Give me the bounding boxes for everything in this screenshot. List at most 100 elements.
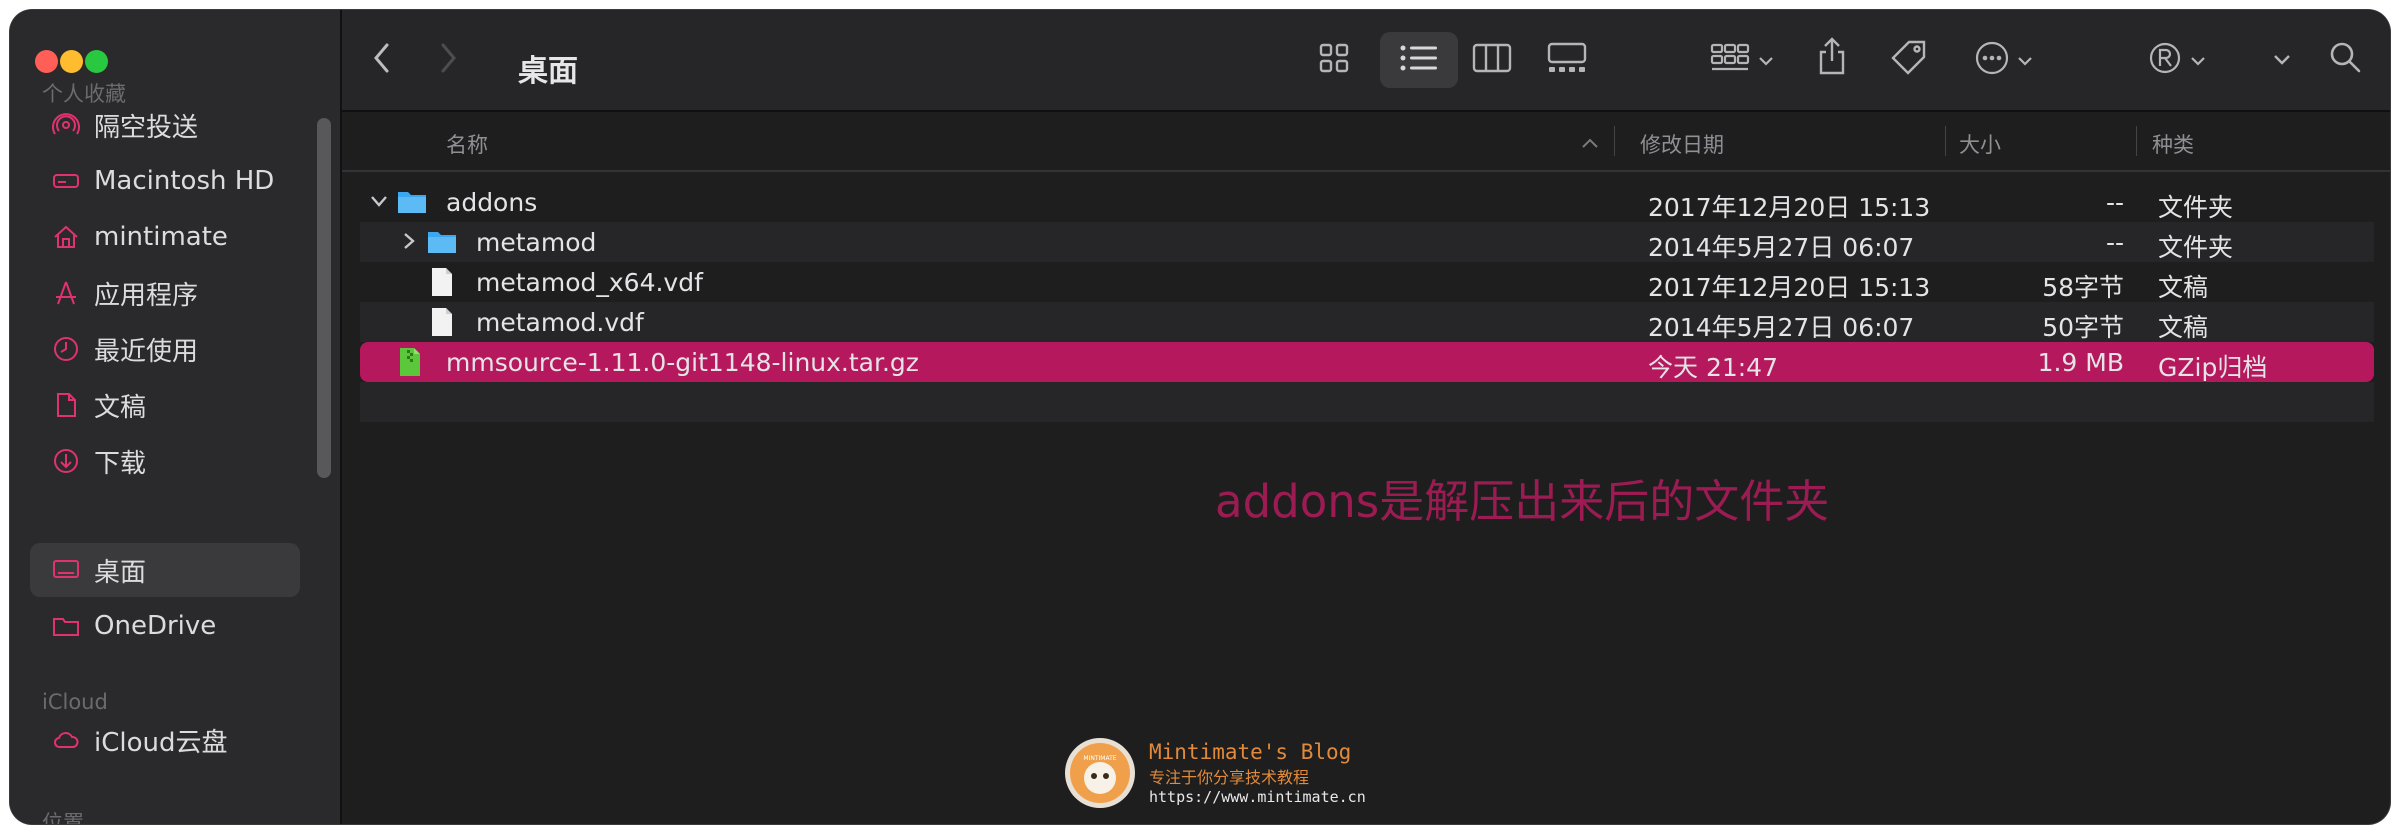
file-row-metamod-vdf[interactable]: metamod.vdf 2014年5月27日 06:07 50字节 文稿	[360, 302, 2374, 342]
extension-button[interactable]	[2142, 38, 2212, 82]
registered-icon	[2148, 41, 2182, 79]
chevron-down-icon	[2190, 51, 2206, 70]
blog-watermark: MINTIMATE Mintimate's Blog 专注于你分享技术教程 ht…	[1065, 738, 1366, 808]
airdrop-icon	[52, 111, 80, 139]
column-modified-header[interactable]: 修改日期	[1640, 129, 1724, 159]
action-button[interactable]	[1964, 38, 2044, 82]
chevron-down-icon	[1758, 51, 1774, 70]
sidebar-item-label: Macintosh HD	[94, 166, 275, 196]
column-view-button[interactable]	[1468, 38, 1516, 82]
forward-button[interactable]	[428, 40, 468, 80]
file-size: --	[2105, 188, 2124, 217]
close-window-button[interactable]	[35, 50, 58, 73]
gallery-icon	[1547, 42, 1587, 78]
blog-logo: MINTIMATE	[1065, 738, 1135, 808]
folder-icon	[426, 226, 458, 258]
file-name: metamod.vdf	[476, 308, 644, 337]
blog-title: Mintimate's Blog	[1149, 740, 1352, 764]
sidebar-item-macintosh-hd[interactable]: Macintosh HD	[30, 154, 300, 208]
file-modified: 2014年5月27日 06:07	[1648, 313, 1915, 342]
file-row-mmsource-archive[interactable]: mmsource-1.11.0-git1148-linux.tar.gz 今天 …	[360, 342, 2374, 382]
sidebar-item-label: 最近使用	[94, 336, 199, 367]
folder-icon	[396, 186, 428, 218]
chevron-down-icon	[2273, 51, 2291, 70]
archive-icon	[394, 346, 426, 378]
disclosure-expanded-icon[interactable]	[368, 190, 390, 212]
file-size: --	[2105, 228, 2124, 257]
sidebar-scrollbar[interactable]	[317, 118, 331, 478]
file-kind: 文稿	[2158, 313, 2209, 342]
group-by-button[interactable]	[1702, 38, 1782, 82]
toolbar: 桌面	[342, 10, 2390, 112]
share-icon	[1817, 37, 1847, 79]
sidebar-item-documents[interactable]: 文稿	[30, 378, 300, 432]
share-button[interactable]	[1810, 34, 1854, 82]
sidebar-item-airdrop[interactable]: 隔空投送	[30, 98, 300, 152]
svg-text:MINTIMATE: MINTIMATE	[1083, 755, 1116, 762]
folder-icon	[52, 612, 80, 640]
sidebar-item-onedrive[interactable]: OneDrive	[30, 599, 300, 653]
column-divider[interactable]	[2136, 126, 2137, 156]
clock-icon	[52, 335, 80, 363]
sidebar-item-label: OneDrive	[94, 611, 217, 641]
file-row-metamod[interactable]: metamod 2014年5月27日 06:07 -- 文件夹	[360, 222, 2374, 262]
file-kind: GZip归档	[2158, 353, 2268, 382]
chevron-down-icon	[2017, 51, 2033, 70]
sidebar-item-applications[interactable]: 应用程序	[30, 266, 300, 320]
file-name: mmsource-1.11.0-git1148-linux.tar.gz	[446, 348, 919, 377]
applications-icon	[52, 279, 80, 307]
file-size: 58字节	[2042, 273, 2124, 302]
sidebar-item-desktop[interactable]: 桌面	[30, 543, 300, 597]
locations-heading: 位置	[42, 811, 84, 824]
sidebar: 个人收藏 隔空投送 Macintosh HD mintimate 应用程序 最近…	[10, 10, 342, 824]
sidebar-item-downloads[interactable]: 下载	[30, 434, 300, 488]
column-divider[interactable]	[1945, 126, 1946, 156]
sidebar-item-icloud-drive[interactable]: iCloud云盘	[30, 713, 300, 767]
file-modified: 2014年5月27日 06:07	[1648, 233, 1915, 262]
empty-row	[360, 382, 2374, 422]
cloud-icon	[52, 726, 80, 754]
column-size-header[interactable]: 大小	[1959, 129, 2001, 159]
file-kind: 文件夹	[2158, 193, 2234, 222]
file-kind: 文件夹	[2158, 233, 2234, 262]
blog-url: https://www.mintimate.cn	[1149, 788, 1366, 806]
drive-icon	[52, 167, 80, 195]
document-icon	[426, 306, 458, 338]
sidebar-item-recents[interactable]: 最近使用	[30, 322, 300, 376]
list-view-button[interactable]	[1380, 32, 1458, 88]
file-modified: 2017年12月20日 15:13	[1648, 193, 1931, 222]
file-size: 1.9 MB	[2037, 348, 2124, 377]
column-divider[interactable]	[1614, 126, 1615, 156]
sidebar-item-label: 文稿	[94, 392, 147, 423]
file-size: 50字节	[2042, 313, 2124, 342]
minimize-window-button[interactable]	[60, 50, 83, 73]
column-name-header[interactable]: 名称	[446, 129, 488, 159]
file-modified: 今天 21:47	[1648, 353, 1778, 382]
overflow-button[interactable]	[2262, 38, 2302, 82]
back-button[interactable]	[362, 40, 402, 80]
gallery-view-button[interactable]	[1542, 38, 1592, 82]
file-modified: 2017年12月20日 15:13	[1648, 273, 1931, 302]
icloud-heading: iCloud	[42, 690, 108, 714]
disclosure-collapsed-icon[interactable]	[398, 230, 420, 252]
group-icon	[1710, 43, 1750, 77]
file-kind: 文稿	[2158, 273, 2209, 302]
list-icon	[1400, 44, 1438, 76]
file-name: metamod_x64.vdf	[476, 268, 703, 297]
zoom-window-button[interactable]	[85, 50, 108, 73]
column-kind-header[interactable]: 种类	[2152, 129, 2194, 159]
column-header: 名称 修改日期 大小 种类	[342, 112, 2390, 172]
file-row-addons[interactable]: addons 2017年12月20日 15:13 -- 文件夹	[360, 182, 2374, 222]
grid-icon	[1319, 43, 1349, 77]
search-button[interactable]	[2322, 36, 2368, 82]
icon-view-button[interactable]	[1312, 38, 1356, 82]
file-row-metamod-x64-vdf[interactable]: metamod_x64.vdf 2017年12月20日 15:13 58字节 文…	[360, 262, 2374, 302]
tags-button[interactable]	[1886, 36, 1932, 82]
sidebar-item-home[interactable]: mintimate	[30, 210, 300, 264]
document-icon	[426, 266, 458, 298]
sidebar-item-label: iCloud云盘	[94, 727, 228, 758]
blog-subtitle: 专注于你分享技术教程	[1149, 768, 1310, 787]
desktop-icon	[52, 556, 80, 584]
search-icon	[2328, 40, 2362, 78]
sidebar-item-label: 隔空投送	[94, 112, 199, 143]
